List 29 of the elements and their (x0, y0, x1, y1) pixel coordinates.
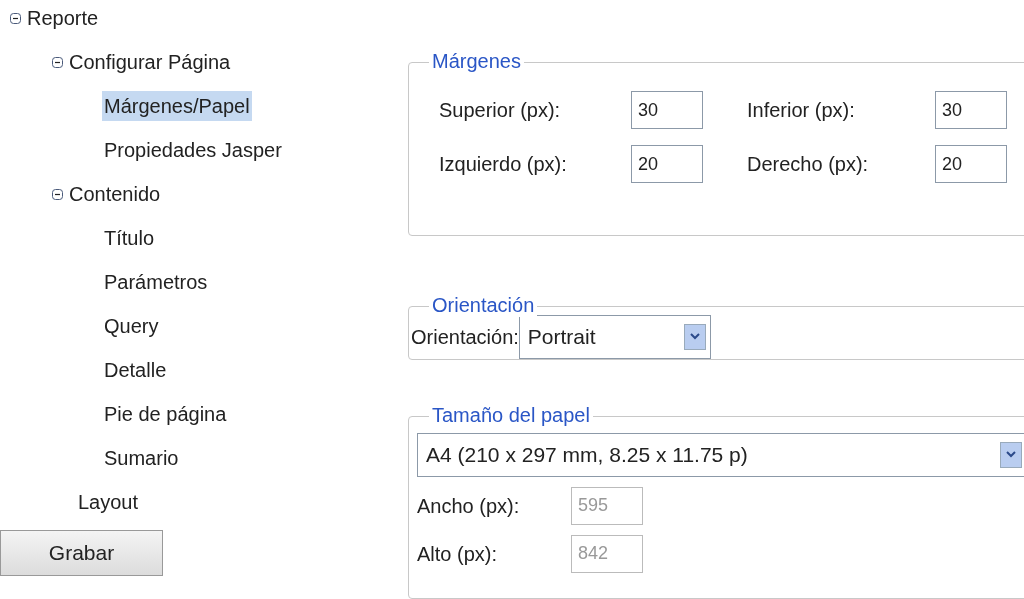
field-label: Alto (px): (417, 541, 499, 567)
tree-item[interactable]: Título (102, 223, 157, 253)
tree-item[interactable]: Contenido (67, 179, 163, 209)
tree-item[interactable]: Propiedades Jasper (102, 135, 284, 165)
tree-item[interactable]: Márgenes/Papel (102, 91, 252, 121)
minus-box-icon[interactable] (52, 56, 63, 68)
field-label: Derecho (px): (747, 152, 870, 176)
tree-item[interactable]: Detalle (102, 355, 169, 385)
tree-item[interactable]: Layout (76, 487, 141, 517)
orientation-select[interactable]: Portrait (518, 314, 711, 359)
number-field[interactable]: 20 (631, 145, 703, 183)
minus-box-icon[interactable] (52, 188, 63, 200)
field-label: Inferior (px): (747, 98, 856, 122)
tree-item[interactable]: Parámetros (102, 267, 210, 297)
save-button[interactable]: Grabar (0, 530, 163, 576)
field-label: Orientación: (411, 324, 519, 350)
paper-size-select[interactable]: A4 (210 x 297 mm, 8.25 x 11.75 p) (417, 432, 1024, 477)
tree-item[interactable]: Query (102, 311, 161, 341)
tree-item[interactable]: Configurar Página (67, 47, 233, 77)
field-label: Izquierdo (px): (439, 152, 568, 176)
tree-item[interactable]: Reporte (25, 3, 101, 33)
field-label: Ancho (px): (417, 493, 521, 519)
number-field[interactable]: 30 (935, 91, 1007, 129)
tree-item[interactable]: Pie de página (102, 399, 229, 429)
number-field[interactable]: 20 (935, 145, 1007, 183)
number-field[interactable]: 30 (631, 91, 703, 129)
minus-box-icon[interactable] (10, 12, 21, 24)
field-label: Superior (px): (439, 98, 562, 122)
tree-item[interactable]: Sumario (102, 443, 181, 473)
